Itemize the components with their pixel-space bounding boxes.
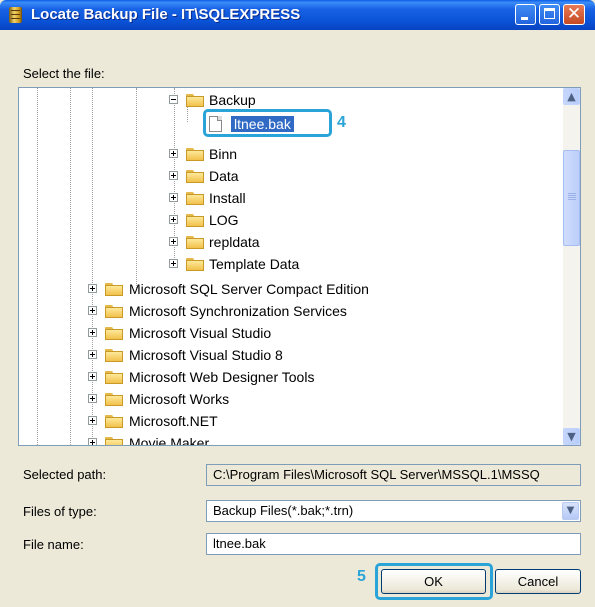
expand-icon[interactable]: [88, 394, 97, 403]
locate-backup-dialog: Locate Backup File - IT\SQLEXPRESS ✕ Sel…: [0, 0, 595, 607]
callout-number-5: 5: [357, 568, 366, 585]
minimize-button[interactable]: [515, 4, 536, 25]
files-of-type-select[interactable]: Backup Files(*.bak;*.trn) ▼: [206, 500, 581, 522]
tree-node-label: repldata: [209, 234, 260, 250]
cancel-button[interactable]: Cancel: [495, 569, 581, 594]
folder-icon: [105, 415, 123, 428]
tree-guide-line: [187, 106, 188, 122]
selected-path-label: Selected path:: [23, 467, 107, 482]
tree-node-label: Data: [209, 168, 239, 184]
chevron-up-icon: ▲: [567, 90, 576, 103]
expand-icon[interactable]: [169, 193, 178, 202]
tree-node-label: Microsoft.NET: [129, 413, 218, 429]
file-name-input[interactable]: ltnee.bak: [206, 533, 581, 555]
folder-icon: [105, 327, 123, 340]
tree-node-label: Microsoft Visual Studio: [129, 325, 272, 341]
folder-icon: [186, 148, 204, 161]
tree-guide-line: [92, 88, 93, 445]
folder-icon: [105, 349, 123, 362]
maximize-icon: [544, 8, 555, 19]
scroll-down-button[interactable]: ▼: [563, 428, 580, 445]
scroll-thumb[interactable]: [563, 150, 580, 246]
folder-icon: [105, 283, 123, 296]
folder-icon: [186, 236, 204, 249]
expand-icon[interactable]: [88, 372, 97, 381]
scroll-up-button[interactable]: ▲: [563, 88, 580, 105]
expand-icon[interactable]: [169, 149, 178, 158]
maximize-button[interactable]: [539, 4, 560, 25]
folder-icon: [186, 258, 204, 271]
expand-icon[interactable]: [88, 416, 97, 425]
close-icon: ✕: [566, 4, 582, 24]
folder-icon: [105, 437, 123, 445]
tree-node-label: Microsoft Web Designer Tools: [129, 369, 315, 385]
expand-icon[interactable]: [88, 438, 97, 445]
tree-node-label: Movie Maker: [129, 435, 210, 446]
callout-highlight-file: [203, 109, 332, 137]
sql-server-icon: [9, 7, 22, 23]
tree-guide-line: [136, 88, 137, 288]
folder-icon: [186, 170, 204, 183]
callout-highlight-ok: [375, 563, 493, 600]
tree-node-label: Microsoft Synchronization Services: [129, 303, 347, 319]
tree-node-label: Binn: [209, 146, 238, 162]
expand-icon[interactable]: [88, 328, 97, 337]
tree-node-label: Backup: [209, 92, 256, 108]
tree-scrollbar[interactable]: ▲ ▼: [563, 88, 580, 445]
tree-node-label: Microsoft Works: [129, 391, 230, 407]
chevron-down-icon: ▼: [566, 505, 575, 516]
folder-icon: [105, 393, 123, 406]
select-file-label: Select the file:: [23, 66, 105, 81]
callout-number-4: 4: [337, 114, 346, 131]
folder-icon: [186, 214, 204, 227]
selected-path-field[interactable]: C:\Program Files\Microsoft SQL Server\MS…: [206, 464, 581, 486]
files-of-type-value: Backup Files(*.bak;*.trn): [213, 503, 354, 518]
chevron-down-icon: ▼: [567, 430, 576, 443]
expand-icon[interactable]: [88, 284, 97, 293]
tree-guide-line: [70, 88, 71, 445]
tree-node-label: Template Data: [209, 256, 300, 272]
file-tree[interactable]: Backup ltnee.bak 4 Binn Data Install LOG…: [18, 87, 581, 446]
folder-icon: [105, 371, 123, 384]
expand-icon[interactable]: [169, 171, 178, 180]
expand-icon[interactable]: [88, 306, 97, 315]
files-of-type-label: Files of type:: [23, 504, 97, 519]
close-button[interactable]: ✕: [563, 4, 585, 25]
minimize-icon: [521, 17, 528, 20]
expand-icon[interactable]: [169, 259, 178, 268]
grip-icon: [568, 193, 576, 194]
collapse-icon[interactable]: [169, 95, 178, 104]
dropdown-button[interactable]: ▼: [562, 502, 579, 520]
tree-node-label: Microsoft Visual Studio 8: [129, 347, 283, 363]
tree-node-label: Microsoft SQL Server Compact Edition: [129, 281, 369, 297]
expand-icon[interactable]: [169, 237, 178, 246]
folder-icon: [105, 305, 123, 318]
tree-node-label: LOG: [209, 212, 239, 228]
tree-guide-line: [37, 88, 38, 445]
folder-icon: [186, 192, 204, 205]
folder-open-icon: [186, 94, 204, 107]
expand-icon[interactable]: [169, 215, 178, 224]
expand-icon[interactable]: [88, 350, 97, 359]
tree-node-label: Install: [209, 190, 246, 206]
file-name-label: File name:: [23, 537, 84, 552]
window-title: Locate Backup File - IT\SQLEXPRESS: [31, 6, 301, 23]
title-bar[interactable]: Locate Backup File - IT\SQLEXPRESS ✕: [0, 0, 595, 30]
